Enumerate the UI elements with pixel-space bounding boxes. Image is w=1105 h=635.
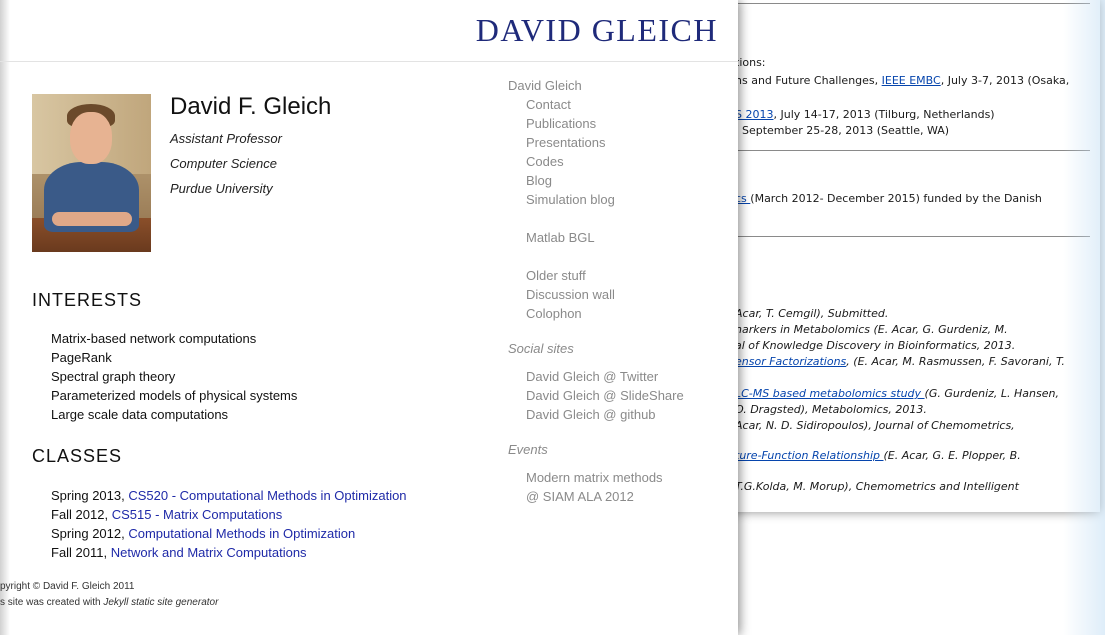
classes-heading: CLASSES	[32, 446, 123, 466]
sidebar-item-colophon[interactable]: Colophon	[526, 306, 582, 321]
class-link[interactable]: CS515 - Matrix Computations	[112, 507, 283, 522]
class-item: Spring 2013, CS520 - Computational Metho…	[51, 488, 407, 503]
sidebar-item-simulation-blog[interactable]: Simulation blog	[526, 192, 615, 207]
background-text: (E. Acar, G. E. Plopper, B.	[883, 449, 1021, 462]
sidebar-item-slideshare[interactable]: David Gleich @ SlideShare	[526, 388, 684, 403]
profile-department: Computer Science	[170, 156, 277, 171]
footer-built-prefix: s site was created with	[0, 597, 104, 608]
footer-copyright: pyright © David F. Gleich 2011	[0, 581, 135, 592]
sidebar-item-codes[interactable]: Codes	[526, 154, 564, 169]
sidebar-item-blog[interactable]: Blog	[526, 173, 552, 188]
interest-item: Spectral graph theory	[51, 369, 176, 384]
background-text: , (E. Acar, M. Rasmussen, F. Savorani, T…	[846, 355, 1065, 368]
sidebar-item-matlab-bgl[interactable]: Matlab BGL	[526, 230, 595, 245]
class-link[interactable]: Network and Matrix Computations	[111, 545, 307, 560]
background-link[interactable]: IEEE EMBC	[882, 74, 941, 87]
background-text-line: ture-Function Relationship (E. Acar, G. …	[735, 449, 1021, 462]
background-text: , September 25-28, 2013 (Seattle, WA)	[735, 124, 950, 137]
homepage-window: DAVID GLEICH David F. Gleich Assistant P…	[0, 0, 738, 635]
sidebar-item-twitter[interactable]: David Gleich @ Twitter	[526, 369, 658, 384]
sidebar-item-older-stuff[interactable]: Older stuff	[526, 268, 586, 283]
profile-university: Purdue University	[170, 181, 273, 196]
background-text: tions:	[735, 56, 766, 69]
background-text: al of Knowledge Discovery in Bioinformat…	[735, 339, 1016, 352]
profile-photo	[32, 94, 151, 252]
background-text-line: LC-MS based metabolomics study (G. Gurde…	[735, 387, 1059, 400]
background-text: Acar, N. D. Sidiropoulos), Journal of Ch…	[735, 419, 1015, 432]
footer-built-with: s site was created with Jekyll static si…	[0, 597, 218, 608]
class-item: Fall 2012, CS515 - Matrix Computations	[51, 507, 282, 522]
background-text: O. Dragsted), Metabolomics, 2013.	[735, 403, 927, 416]
events-heading: Events	[508, 442, 548, 457]
background-text-line: ensor Factorizations, (E. Acar, M. Rasmu…	[735, 355, 1065, 368]
background-text-line: tions:	[735, 56, 766, 69]
background-text-line: Acar, N. D. Sidiropoulos), Journal of Ch…	[735, 419, 1015, 432]
background-link[interactable]: ture-Function Relationship	[735, 449, 884, 462]
sidebar-item-publications[interactable]: Publications	[526, 116, 596, 131]
background-text: T.G.Kolda, M. Morup), Chemometrics and I…	[735, 480, 1019, 493]
background-text-line: S 2013, July 14-17, 2013 (Tilburg, Nethe…	[735, 108, 995, 121]
class-item: Fall 2011, Network and Matrix Computatio…	[51, 545, 307, 560]
class-term: Fall 2011,	[51, 545, 111, 560]
background-text: ns and Future Challenges,	[735, 74, 882, 87]
background-text: (March 2012- December 2015) funded by th…	[750, 192, 1042, 205]
background-link[interactable]: LC-MS based metabolomics study	[735, 387, 925, 400]
background-text: narkers in Metabolomics (E. Acar, G. Gur…	[735, 323, 1008, 336]
background-text: , July 14-17, 2013 (Tilburg, Netherlands…	[773, 108, 995, 121]
interest-item: Matrix-based network computations	[51, 331, 257, 346]
sidebar-item-event[interactable]: Modern matrix methods	[526, 470, 663, 485]
background-text: , July 3-7, 2013 (Osaka,	[940, 74, 1070, 87]
profile-name: David F. Gleich	[170, 93, 332, 120]
background-text-line: , September 25-28, 2013 (Seattle, WA)	[735, 124, 949, 137]
interest-item: Parameterized models of physical systems	[51, 388, 298, 403]
background-text-line: narkers in Metabolomics (E. Acar, G. Gur…	[735, 323, 1008, 336]
background-link[interactable]: ensor Factorizations	[735, 355, 846, 368]
class-item: Spring 2012, Computational Methods in Op…	[51, 526, 355, 541]
class-term: Fall 2012,	[51, 507, 112, 522]
interests-heading: INTERESTS	[32, 290, 143, 310]
sidebar-item-event-venue[interactable]: @ SIAM ALA 2012	[526, 489, 634, 504]
sidebar-item-contact[interactable]: Contact	[526, 97, 571, 112]
background-text-line: cs (March 2012- December 2015) funded by…	[735, 192, 1042, 205]
window-shadow	[0, 0, 10, 635]
background-text: Acar, T. Cemgil), Submitted.	[735, 307, 889, 320]
background-text: (G. Gurdeniz, L. Hansen,	[924, 387, 1059, 400]
background-text-line: al of Knowledge Discovery in Bioinformat…	[735, 339, 1015, 352]
background-text-line: T.G.Kolda, M. Morup), Chemometrics and I…	[735, 480, 1019, 493]
profile-title: Assistant Professor	[170, 131, 282, 146]
footer-built-tool: Jekyll static site generator	[103, 597, 219, 608]
sidebar-item-github[interactable]: David Gleich @ github	[526, 407, 656, 422]
sidebar-item-discussion-wall[interactable]: Discussion wall	[526, 287, 615, 302]
sidebar-home-link[interactable]: David Gleich	[508, 78, 582, 93]
header-divider	[0, 61, 738, 62]
class-term: Spring 2012,	[51, 526, 129, 541]
background-text-line: ns and Future Challenges, IEEE EMBC, Jul…	[735, 74, 1069, 87]
class-term: Spring 2013,	[51, 488, 129, 503]
class-link[interactable]: CS520 - Computational Methods in Optimiz…	[128, 488, 406, 503]
site-title[interactable]: DAVID GLEICH	[476, 12, 718, 49]
interest-item: Large scale data computations	[51, 407, 229, 422]
sidebar-item-presentations[interactable]: Presentations	[526, 135, 606, 150]
background-text-line: Acar, T. Cemgil), Submitted.	[735, 307, 888, 320]
background-text-line: O. Dragsted), Metabolomics, 2013.	[735, 403, 927, 416]
background-link[interactable]: S 2013	[735, 108, 773, 121]
class-link[interactable]: Computational Methods in Optimization	[128, 526, 355, 541]
interest-item: PageRank	[51, 350, 112, 365]
social-heading: Social sites	[508, 341, 574, 356]
